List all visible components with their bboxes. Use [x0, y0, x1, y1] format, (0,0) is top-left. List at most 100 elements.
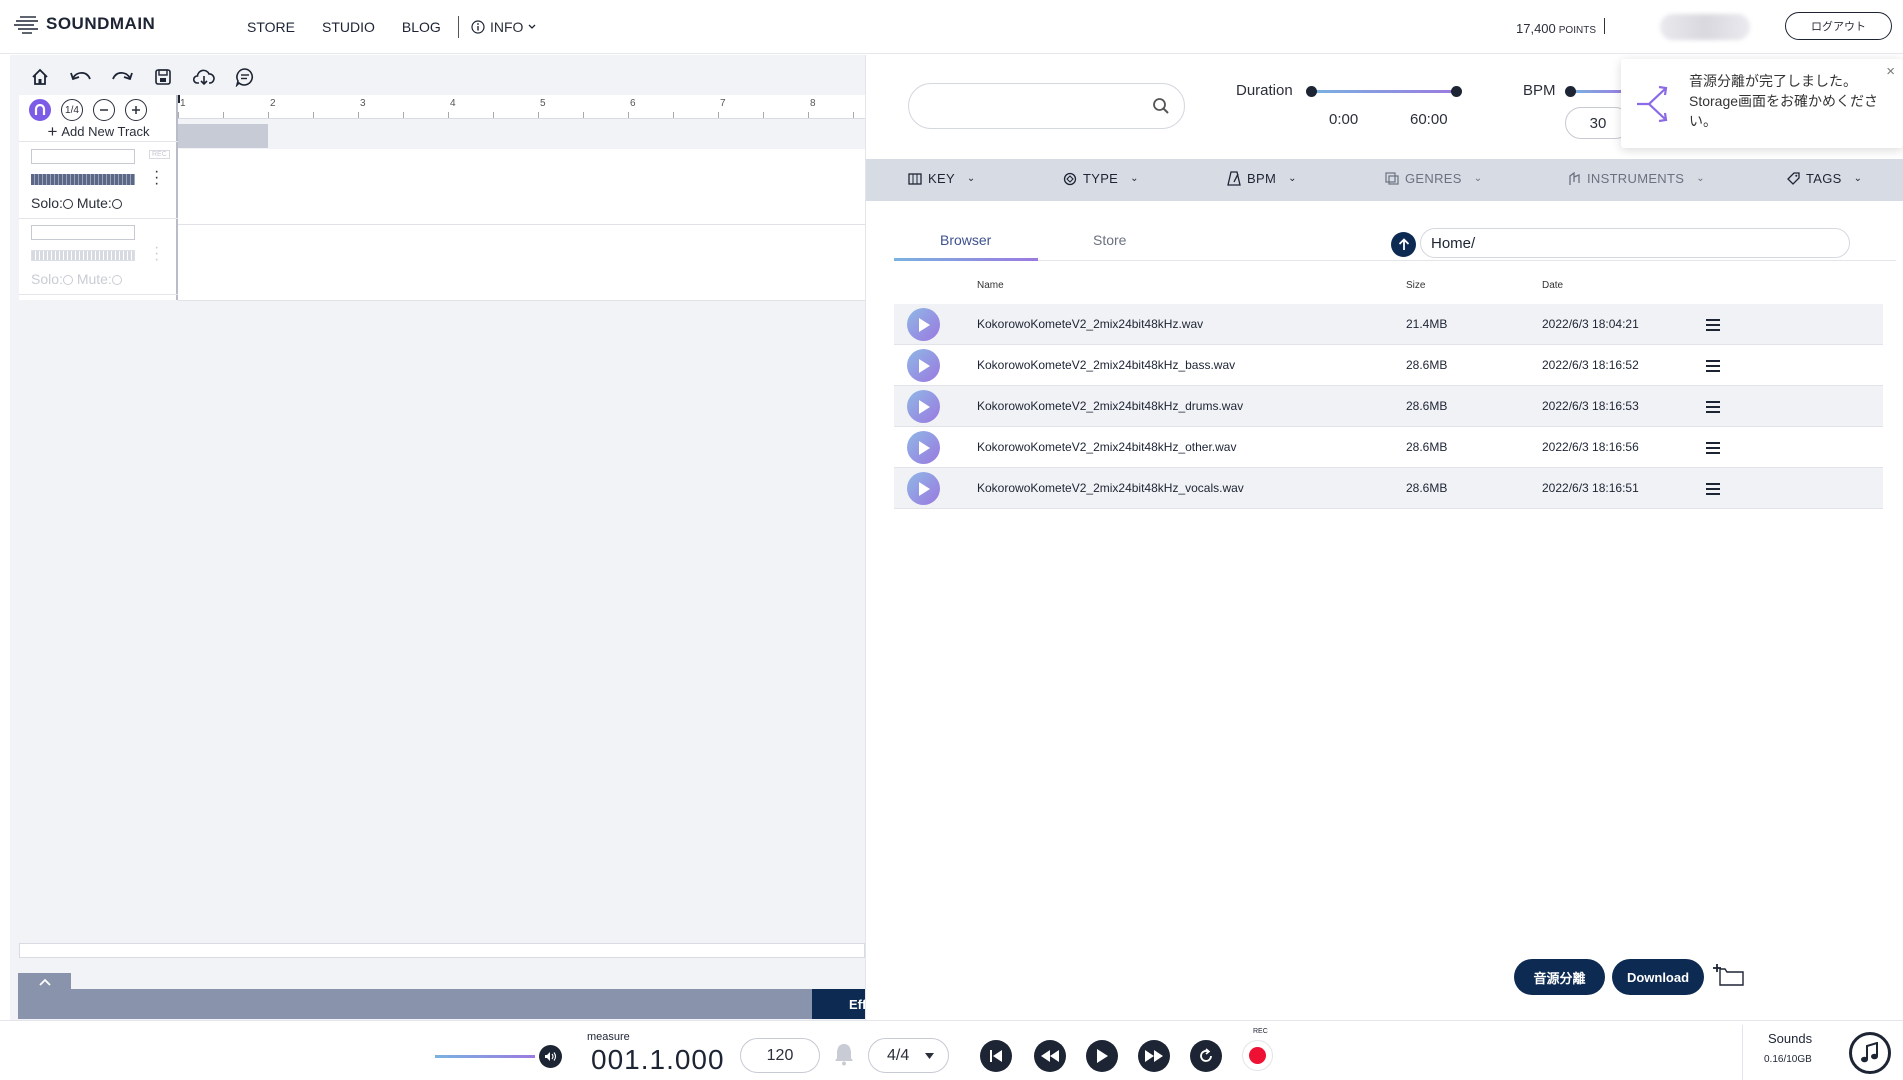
tempo-input[interactable]: 120	[740, 1038, 820, 1073]
loop-region[interactable]	[178, 124, 268, 148]
tab-store[interactable]: Store	[1093, 232, 1126, 248]
time-signature-select[interactable]: 4/4	[868, 1038, 949, 1073]
filter-instruments[interactable]: INSTRUMENTS ⌄	[1568, 171, 1705, 186]
zoom-out-button[interactable]	[93, 99, 115, 121]
duration-min-handle[interactable]	[1306, 86, 1317, 97]
search-input[interactable]	[908, 83, 1185, 129]
play-preview-button[interactable]	[907, 308, 940, 341]
info-menu[interactable]: INFO	[471, 19, 536, 35]
nav-blog[interactable]: BLOG	[402, 19, 441, 35]
tab-browser[interactable]: Browser	[940, 232, 991, 248]
filter-bpm[interactable]: BPM ⌄	[1227, 171, 1297, 186]
more-vertical-icon[interactable]: · · ·	[154, 240, 159, 268]
duration-slider[interactable]	[1311, 90, 1456, 93]
mute-toggle[interactable]	[111, 199, 122, 209]
file-row[interactable]: KokorowoKometeV2_2mix24bit48kHz_drums.wa…	[894, 386, 1883, 427]
ruler-tick	[223, 112, 224, 118]
fast-forward-button[interactable]	[1138, 1040, 1170, 1072]
file-row[interactable]: KokorowoKometeV2_2mix24bit48kHz.wav 21.4…	[894, 304, 1883, 345]
timeline-ruler[interactable]: 1 2 3 4 5 6 7 8	[178, 95, 865, 119]
play-button[interactable]	[1086, 1040, 1118, 1072]
mute-toggle[interactable]	[111, 275, 122, 285]
ruler-tick	[268, 112, 269, 118]
menu-icon[interactable]	[1706, 483, 1720, 498]
play-preview-button[interactable]	[907, 349, 940, 382]
duration-max-handle[interactable]	[1451, 86, 1462, 97]
snap-value-button[interactable]: 1/4	[61, 99, 83, 121]
magnet-icon	[34, 104, 46, 115]
track-volume-meter[interactable]	[31, 174, 135, 185]
nav-studio[interactable]: STUDIO	[322, 19, 375, 35]
user-name-blurred[interactable]	[1660, 14, 1750, 40]
skip-to-start-button[interactable]	[980, 1040, 1012, 1072]
track-volume-meter[interactable]	[31, 250, 135, 261]
more-vertical-icon[interactable]: · · ·	[154, 164, 159, 192]
volume-icon[interactable]	[539, 1045, 562, 1068]
play-preview-button[interactable]	[907, 431, 940, 464]
track-rec-toggle[interactable]: REC	[149, 150, 170, 159]
column-name[interactable]: Name	[977, 280, 1004, 291]
filter-genres[interactable]: GENRES ⌄	[1385, 171, 1482, 186]
nav-store[interactable]: STORE	[247, 19, 295, 35]
record-button[interactable]	[1242, 1040, 1273, 1071]
solo-toggle[interactable]	[62, 275, 73, 285]
close-icon[interactable]: ×	[1886, 63, 1895, 80]
solo-toggle[interactable]	[62, 199, 73, 209]
add-track-button[interactable]: + Add New Track	[19, 122, 178, 142]
add-track-label: Add New Track	[61, 124, 150, 139]
bpm-min-handle[interactable]	[1565, 86, 1576, 97]
toast-message: 音源分離が完了しました。Storage画面をお確かめください。	[1689, 73, 1879, 129]
new-folder-icon[interactable]	[1711, 963, 1745, 987]
download-button[interactable]: Download	[1612, 959, 1704, 995]
storage-usage: 0.16/10GB	[1764, 1054, 1812, 1065]
cloud-download-icon[interactable]	[192, 65, 216, 89]
track-lane-1[interactable]	[178, 149, 865, 225]
ruler-tick	[853, 112, 854, 118]
redo-icon[interactable]	[110, 65, 134, 89]
track-lane-2[interactable]	[178, 225, 865, 301]
menu-icon[interactable]	[1706, 442, 1720, 457]
chevron-down-icon: ⌄	[1130, 173, 1139, 184]
duration-max-value: 60:00	[1410, 111, 1448, 128]
metronome-bell-icon[interactable]	[833, 1042, 855, 1066]
loop-button[interactable]	[1190, 1040, 1222, 1072]
music-note-button[interactable]	[1849, 1032, 1891, 1074]
menu-icon[interactable]	[1706, 319, 1720, 334]
comment-icon[interactable]	[233, 65, 257, 89]
parent-folder-button[interactable]	[1391, 232, 1416, 257]
master-volume-slider[interactable]	[435, 1055, 535, 1058]
track-name-input[interactable]	[31, 225, 135, 240]
horizontal-scrollbar[interactable]	[19, 943, 865, 958]
path-input[interactable]: Home/	[1420, 228, 1850, 258]
zoom-in-button[interactable]	[125, 99, 147, 121]
file-date: 2022/6/3 18:16:53	[1542, 399, 1639, 413]
menu-icon[interactable]	[1706, 401, 1720, 416]
play-preview-button[interactable]	[907, 472, 940, 505]
logo[interactable]: SOUNDMAIN	[14, 14, 155, 34]
solo-label: Solo:	[31, 195, 63, 211]
source-separation-button[interactable]: 音源分離	[1514, 959, 1605, 995]
filter-tags[interactable]: TAGS ⌄	[1787, 171, 1862, 186]
logout-button[interactable]: ログアウト	[1785, 12, 1892, 40]
track-name-input[interactable]	[31, 149, 135, 164]
home-icon[interactable]	[28, 65, 52, 89]
menu-icon[interactable]	[1706, 360, 1720, 375]
ruler-tick	[178, 112, 179, 118]
play-icon	[918, 481, 930, 496]
effects-label[interactable]: Effects	[812, 989, 865, 1019]
column-size[interactable]: Size	[1406, 280, 1425, 291]
magnet-snap-button[interactable]	[29, 99, 51, 121]
file-row[interactable]: KokorowoKometeV2_2mix24bit48kHz_other.wa…	[894, 427, 1883, 468]
filter-key[interactable]: KEY ⌄	[908, 171, 976, 186]
rewind-button[interactable]	[1034, 1040, 1066, 1072]
file-row[interactable]: KokorowoKometeV2_2mix24bit48kHz_bass.wav…	[894, 345, 1883, 386]
playhead[interactable]	[178, 95, 180, 103]
column-date[interactable]: Date	[1542, 280, 1563, 291]
file-row[interactable]: KokorowoKometeV2_2mix24bit48kHz_vocals.w…	[894, 468, 1883, 509]
filter-type[interactable]: TYPE ⌄	[1063, 171, 1139, 186]
undo-icon[interactable]	[69, 65, 93, 89]
play-preview-button[interactable]	[907, 390, 940, 423]
solo-mute-controls: Solo: Mute:	[31, 195, 122, 211]
file-date: 2022/6/3 18:16:51	[1542, 481, 1639, 495]
save-icon[interactable]	[151, 65, 175, 89]
